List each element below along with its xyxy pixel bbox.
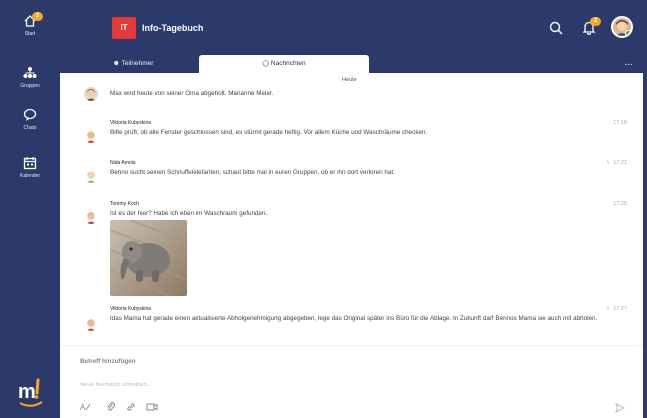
edited-pencil-icon: ✎ xyxy=(606,160,611,166)
chat-bubble-icon: ◯ xyxy=(262,61,270,67)
svg-text:A: A xyxy=(80,403,86,412)
svg-text:m: m xyxy=(18,381,36,403)
message-text: Max wird heute von seiner Oma abgeholt. … xyxy=(110,90,274,97)
app-window: Start 2 Gruppen Chats Kalender m IT Info… xyxy=(0,0,647,418)
nav-label-calendar: Kalender xyxy=(19,173,40,179)
more-options-button[interactable]: ... xyxy=(625,55,633,71)
start-badge: 2 xyxy=(32,12,43,21)
message-input[interactable]: Neue Nachricht schreiben... xyxy=(80,382,152,388)
top-bar: IT Info-Tagebuch 2 xyxy=(60,0,647,55)
nav-label-start: Start xyxy=(24,31,36,37)
message-sender: Viktoria Kubyskina xyxy=(110,120,152,126)
nav-label-chats: Chats xyxy=(23,125,37,131)
link-icon[interactable] xyxy=(126,402,136,412)
person-face-icon xyxy=(86,131,96,143)
day-separator: Heute xyxy=(342,77,357,83)
subject-input[interactable]: Betreff hinzufügen xyxy=(80,358,136,365)
page-title: Info-Tagebuch xyxy=(142,23,204,33)
chat-area: Heute Max wird heute von seiner Oma abge… xyxy=(60,73,643,418)
tab-messages-label: Nachrichten xyxy=(270,60,306,67)
tab-participants[interactable]: ☻ Teilnehmer xyxy=(68,55,198,73)
message-time: 17:25 xyxy=(613,201,627,207)
calendar-icon xyxy=(23,157,37,170)
diary-initials-badge: IT xyxy=(112,17,136,39)
attachment-paperclip-icon[interactable] xyxy=(106,402,116,412)
person-face-icon xyxy=(86,89,96,101)
tab-messages[interactable]: ◯ Nachrichten xyxy=(199,55,369,73)
nav-item-chats[interactable]: Chats xyxy=(0,108,60,131)
nav-item-groups[interactable]: Gruppen xyxy=(0,66,60,89)
online-status-dot xyxy=(625,30,631,36)
search-icon[interactable] xyxy=(549,21,563,35)
tab-bar: ☻ Teilnehmer ◯ Nachrichten ... xyxy=(60,55,647,73)
app-logo: m xyxy=(18,378,43,407)
user-avatar[interactable] xyxy=(611,16,633,38)
avatar xyxy=(84,317,98,331)
avatar xyxy=(84,169,98,183)
message-sender: Nida Amola xyxy=(110,160,136,166)
person-face-icon xyxy=(86,319,96,331)
message-time: ✎ 17:21 xyxy=(606,160,627,166)
attached-photo-elephant[interactable] xyxy=(110,220,187,296)
nav-label-groups: Gruppen xyxy=(20,83,40,89)
avatar xyxy=(84,129,98,143)
message-text: Ist es der hier? Habe ich eben im Waschr… xyxy=(110,210,268,217)
message-text: Benno sucht seinen Schnuffelelefanten, s… xyxy=(110,169,395,176)
avatar xyxy=(84,210,98,224)
message-sender: Tommy Koch xyxy=(110,201,139,207)
nav-item-start[interactable]: Start 2 xyxy=(0,12,60,37)
avatar xyxy=(84,87,98,101)
left-navigation: Start 2 Gruppen Chats Kalender m xyxy=(0,0,60,418)
notification-badge: 2 xyxy=(590,17,601,26)
elephant-photo-image xyxy=(110,220,187,296)
participants-icon: ☻ xyxy=(112,60,120,67)
edited-pencil-icon: ✎ xyxy=(606,306,611,312)
message-sender: Viktoria Kubyskina xyxy=(110,306,152,312)
chat-bubble-icon xyxy=(23,108,37,121)
person-face-icon xyxy=(86,212,96,224)
compose-area: Betreff hinzufügen Neue Nachricht schrei… xyxy=(60,345,643,418)
person-face-icon xyxy=(86,171,96,183)
nav-item-calendar[interactable]: Kalender xyxy=(0,156,60,179)
message-time: 17:18 xyxy=(613,120,627,126)
text-format-icon[interactable]: A xyxy=(80,402,92,412)
message-text: Bitte prüft, ob alle Fenster geschlossen… xyxy=(110,129,428,136)
groups-icon xyxy=(23,67,37,78)
message-text: Idas Mama hat gerade einen aktualisierte… xyxy=(110,315,598,322)
message-time: ✎ 17:27 xyxy=(606,306,627,312)
notifications-button[interactable]: 2 xyxy=(582,17,601,36)
send-icon[interactable] xyxy=(615,403,625,413)
tab-participants-label: Teilnehmer xyxy=(121,60,154,67)
video-icon[interactable] xyxy=(146,402,158,412)
